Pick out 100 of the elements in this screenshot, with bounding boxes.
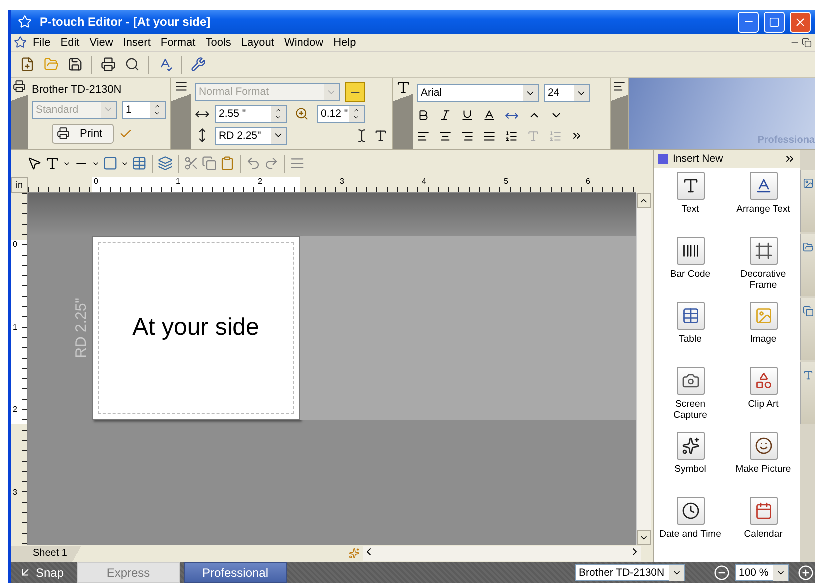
font-size-select[interactable]: 24 — [544, 84, 590, 102]
minimize-button[interactable] — [738, 12, 759, 32]
side-tab[interactable] — [800, 298, 815, 360]
folder-icon — [803, 242, 814, 253]
undo-icon[interactable] — [246, 156, 261, 171]
object-tool[interactable]: Clip Art — [727, 367, 800, 432]
restore-icon[interactable] — [802, 38, 812, 48]
ruler-number: 0 — [13, 241, 18, 249]
zoom-select[interactable]: 100 % — [735, 564, 789, 581]
font-select[interactable]: Arial — [417, 84, 539, 102]
table-icon — [682, 307, 700, 325]
format-icon — [174, 80, 188, 93]
side-tab[interactable] — [800, 170, 815, 232]
tools-icon[interactable] — [190, 57, 206, 72]
collapse-icon[interactable] — [784, 153, 796, 165]
menu-item[interactable]: File — [29, 36, 55, 48]
side-tab[interactable] — [800, 234, 815, 296]
spin-down-icon — [353, 114, 360, 122]
spin-up-icon — [353, 107, 360, 114]
banner-text: Professiona — [758, 135, 815, 146]
width-field[interactable]: 2.55 " — [215, 105, 287, 124]
new-file-icon[interactable] — [20, 57, 34, 72]
print-preview-icon[interactable] — [124, 57, 140, 72]
menu-item[interactable]: Format — [156, 36, 200, 48]
label-text[interactable]: At your side — [132, 314, 260, 342]
horizontal-scrollbar[interactable] — [363, 546, 641, 561]
object-tool[interactable]: Date and Time — [654, 497, 727, 562]
font-icon — [396, 80, 410, 95]
italic-icon[interactable] — [439, 109, 452, 122]
object-tool[interactable]: Arrange Text — [727, 172, 800, 237]
ruler-number: 3 — [13, 488, 18, 496]
align-right-icon[interactable] — [461, 130, 474, 143]
spin-down-icon — [154, 110, 161, 116]
table-tool-icon[interactable] — [132, 156, 147, 171]
object-tool[interactable]: Bar Code — [654, 237, 727, 302]
menu-item[interactable]: Tools — [202, 36, 236, 48]
mode-tab[interactable]: Professional — [184, 562, 287, 583]
menu-item[interactable]: Help — [330, 36, 360, 48]
pointer-icon[interactable] — [27, 156, 42, 171]
arrange-icon[interactable] — [158, 156, 173, 171]
ruler-number: 0 — [94, 178, 98, 186]
maximize-icon — [769, 16, 780, 28]
object-tool[interactable]: Symbol — [654, 432, 727, 497]
margin-field[interactable]: 0.12 " — [317, 105, 365, 124]
zoom-in-icon[interactable] — [798, 564, 814, 580]
panel-title: Insert New — [673, 153, 724, 165]
bold-icon[interactable] — [417, 109, 430, 122]
app-logo-icon — [18, 15, 32, 29]
printer-name: Brother TD-2130N — [32, 84, 123, 96]
letter-icon — [682, 177, 700, 195]
underline-icon[interactable] — [461, 109, 474, 122]
print-icon[interactable] — [100, 57, 116, 72]
properties-icon[interactable] — [290, 156, 305, 171]
menu-item[interactable]: View — [86, 36, 118, 48]
zoom-icon[interactable] — [295, 107, 309, 122]
object-tool[interactable]: Calendar — [727, 497, 800, 562]
align-center-icon[interactable] — [439, 130, 452, 143]
label-size-text: RD 2.25" — [73, 298, 90, 358]
clock-icon — [682, 502, 700, 520]
zoom-out-icon[interactable] — [714, 564, 730, 580]
object-tool[interactable]: Text — [654, 172, 727, 237]
object-tool[interactable]: Make Picture — [727, 432, 800, 497]
save-icon[interactable] — [68, 57, 82, 72]
picture-icon — [803, 178, 814, 189]
window-title: P-touch Editor - [At your side] — [40, 15, 212, 29]
calendar-icon — [754, 502, 772, 520]
menu-item[interactable]: Layout — [237, 36, 278, 48]
justify-icon[interactable] — [483, 130, 496, 143]
object-tool[interactable]: Table — [654, 302, 727, 367]
cut-icon[interactable] — [184, 156, 199, 171]
symbol-icon — [682, 437, 700, 455]
snap-button[interactable]: Snap — [11, 562, 73, 583]
align-left-icon[interactable] — [417, 130, 430, 143]
redo-icon[interactable] — [264, 156, 279, 171]
maximize-button[interactable] — [764, 12, 785, 32]
ruler-number: 2 — [13, 406, 18, 414]
copies-field[interactable]: 1 — [122, 100, 166, 118]
menu-item[interactable]: Insert — [119, 36, 155, 48]
spin-up-icon — [154, 102, 161, 110]
menu-item[interactable]: Edit — [56, 36, 84, 48]
spin-up-icon — [275, 107, 282, 114]
object-tool[interactable]: Screen Capture — [654, 367, 727, 432]
object-tool[interactable]: Image — [727, 302, 800, 367]
menu-item[interactable]: Window — [280, 36, 328, 48]
ruler-number: 3 — [340, 178, 344, 186]
printer-select[interactable]: Brother TD-2130N — [575, 564, 685, 581]
paste-icon[interactable] — [220, 156, 235, 171]
ruler-number: 1 — [13, 324, 18, 332]
frame-icon — [754, 242, 772, 260]
ruler-number: 5 — [504, 178, 508, 186]
close-button[interactable] — [790, 12, 811, 32]
copy-icon[interactable] — [202, 156, 217, 171]
vertical-scrollbar[interactable] — [636, 193, 651, 545]
length-select[interactable]: RD 2.25" — [215, 126, 287, 145]
ruler-unit: in — [11, 177, 28, 193]
object-tool[interactable]: Decorative Frame — [727, 237, 800, 302]
vertical-text-icon[interactable] — [374, 128, 388, 143]
print-button[interactable]: Print — [52, 124, 114, 144]
rectangle-tool-icon[interactable] — [103, 156, 118, 171]
text-tool-icon[interactable] — [45, 156, 60, 171]
